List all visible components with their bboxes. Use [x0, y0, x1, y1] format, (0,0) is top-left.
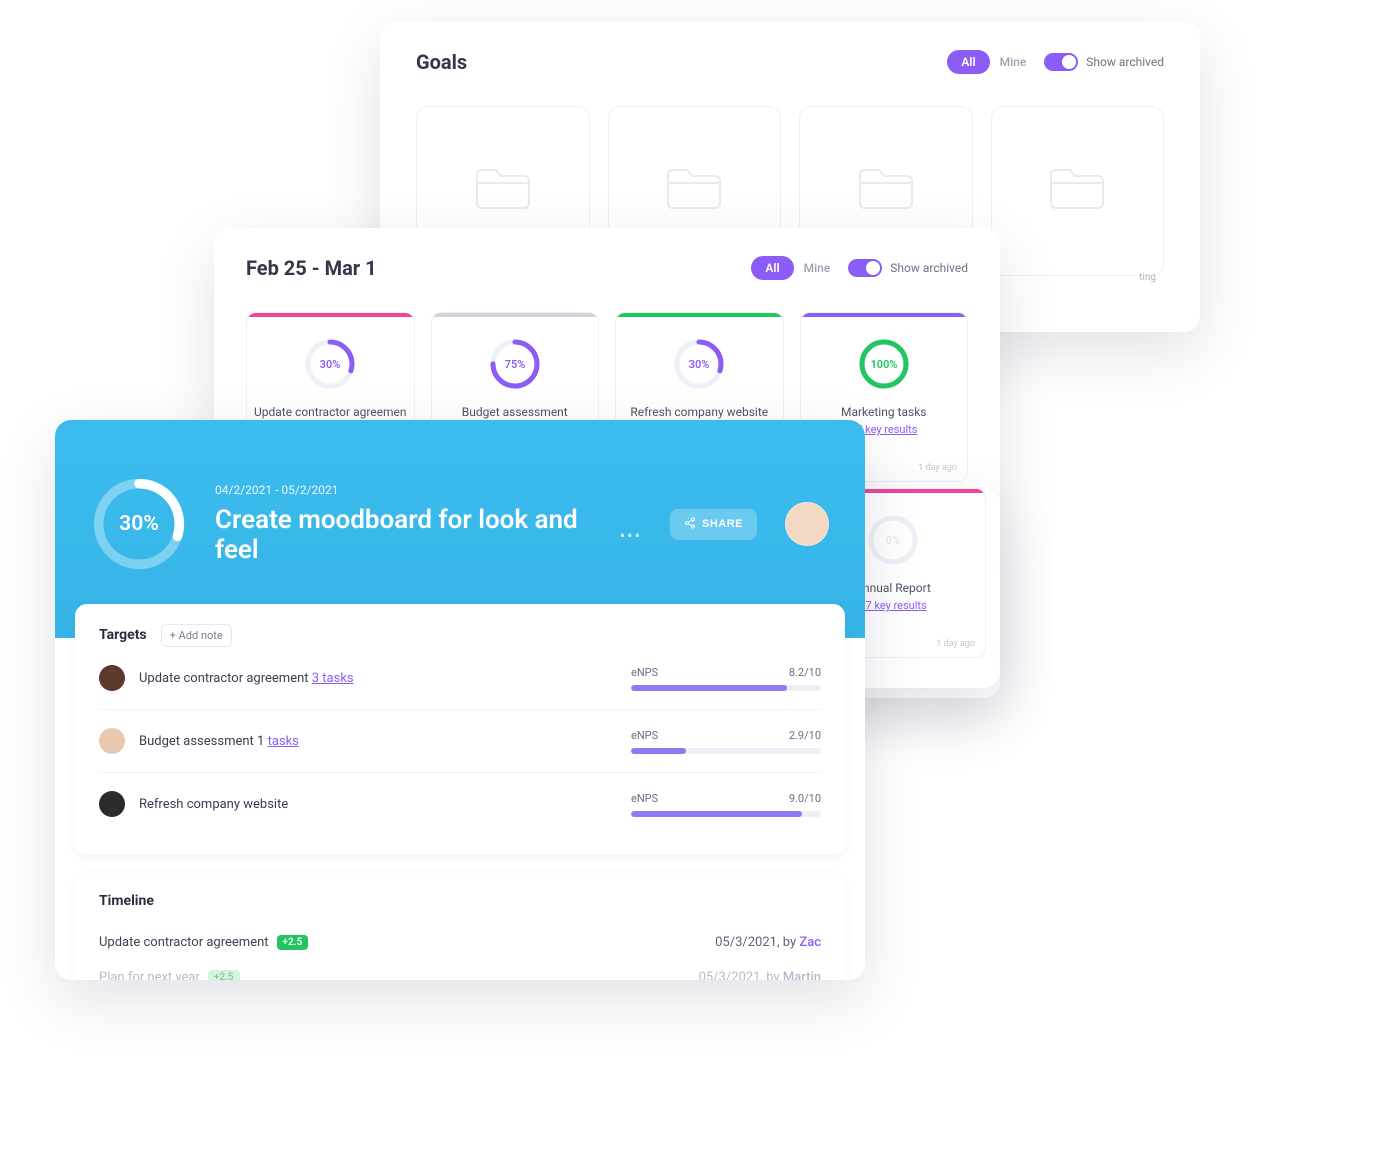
assignee-avatar	[99, 728, 125, 754]
detail-title-row: Create moodboard for look and feel •••	[215, 505, 642, 565]
svg-text:30%: 30%	[689, 358, 710, 371]
change-badge: +2.5	[277, 935, 309, 950]
timeline-heading: Timeline	[99, 893, 821, 909]
filter-mine-button[interactable]: Mine	[804, 261, 831, 275]
goal-card-title: Budget assessment	[462, 405, 568, 419]
change-badge: +2.5	[208, 970, 240, 980]
target-text: Budget assessment 1 tasks	[139, 734, 617, 749]
week-title: Feb 25 - Mar 1	[246, 256, 377, 280]
week-header-controls: All Mine Show archived	[751, 256, 968, 280]
timeline-meta: 05/3/2021, by Martin	[699, 970, 821, 980]
detail-panel: 30% 04/2/2021 - 05/2/2021 Create moodboa…	[55, 420, 865, 980]
targets-heading: Targets	[99, 627, 147, 643]
metric-bar	[631, 685, 821, 691]
timeline-row[interactable]: Update contractor agreement +2.5 05/3/20…	[99, 925, 821, 960]
metric-score: 8.2/10	[789, 666, 821, 679]
timeline-author: Martin	[783, 970, 821, 980]
goals-folder-card[interactable]	[991, 106, 1165, 276]
timeline-meta: 05/3/2021, by Zac	[715, 935, 821, 950]
target-row[interactable]: Refresh company website eNPS 9.0/10	[99, 772, 821, 835]
svg-text:0%: 0%	[886, 534, 900, 547]
share-icon	[684, 517, 696, 532]
svg-text:75%: 75%	[504, 358, 525, 371]
assignee-avatar	[99, 791, 125, 817]
detail-date-range: 04/2/2021 - 05/2/2021	[215, 483, 642, 497]
svg-text:100%: 100%	[870, 358, 897, 371]
goal-card-title: Annual Report	[855, 581, 931, 595]
svg-text:30%: 30%	[320, 358, 341, 371]
timeline-text: Plan for next year +2.5	[99, 970, 240, 980]
assignee-avatar	[99, 665, 125, 691]
progress-ring: 0%	[866, 513, 920, 567]
timeline-row[interactable]: Plan for next year +2.5 05/3/2021, by Ma…	[99, 960, 821, 980]
folder-icon	[473, 165, 533, 217]
filter-group: All Mine	[947, 50, 1026, 74]
target-text: Refresh company website	[139, 797, 617, 812]
filter-all-button[interactable]: All	[947, 50, 989, 74]
filter-mine-button[interactable]: Mine	[1000, 55, 1027, 69]
add-note-button[interactable]: + Add note	[161, 624, 232, 647]
metric-score: 9.0/10	[789, 792, 821, 805]
tasks-link[interactable]: 3 tasks	[312, 671, 354, 686]
timeline-author: Zac	[799, 935, 821, 950]
show-archived-toggle[interactable]	[1044, 53, 1078, 71]
target-metric: eNPS 8.2/10	[631, 666, 821, 691]
goal-card-title: Refresh company website	[630, 405, 768, 419]
folder-icon	[856, 165, 916, 217]
progress-ring: 30%	[91, 476, 187, 572]
goal-card-accent	[247, 313, 414, 317]
timeline-text: Update contractor agreement +2.5	[99, 935, 308, 950]
timeline-card: Timeline Update contractor agreement +2.…	[75, 873, 845, 980]
goals-title: Goals	[416, 50, 467, 74]
detail-hero-meta: 04/2/2021 - 05/2/2021 Create moodboard f…	[215, 483, 642, 565]
share-label: SHARE	[702, 518, 743, 530]
target-rows: Update contractor agreement 3 tasks eNPS…	[99, 647, 821, 835]
folder-icon	[664, 165, 724, 217]
goal-card-accent	[801, 313, 968, 317]
share-button[interactable]: SHARE	[670, 509, 757, 540]
goal-card-accent	[616, 313, 783, 317]
metric-score: 2.9/10	[789, 729, 821, 742]
progress-ring: 30%	[303, 337, 357, 391]
metric-label: eNPS	[631, 666, 658, 679]
goal-card-accent	[432, 313, 599, 317]
filter-group: All Mine	[751, 256, 830, 280]
target-row[interactable]: Update contractor agreement 3 tasks eNPS…	[99, 647, 821, 709]
truncated-text: ting	[1139, 272, 1156, 283]
owner-avatar[interactable]	[785, 502, 829, 546]
metric-bar	[631, 811, 821, 817]
show-archived-group: Show archived	[848, 259, 968, 277]
show-archived-label: Show archived	[1086, 55, 1164, 69]
show-archived-label: Show archived	[890, 261, 968, 275]
metric-label: eNPS	[631, 792, 658, 805]
goal-card-title: Update contractor agreemen	[254, 405, 407, 419]
target-metric: eNPS 9.0/10	[631, 792, 821, 817]
goals-header: Goals All Mine Show archived	[416, 50, 1164, 74]
tasks-link[interactable]: tasks	[268, 734, 299, 749]
show-archived-group: Show archived	[1044, 53, 1164, 71]
show-archived-toggle[interactable]	[848, 259, 882, 277]
metric-label: eNPS	[631, 729, 658, 742]
folder-icon	[1047, 165, 1107, 217]
more-icon[interactable]: •••	[620, 526, 642, 545]
progress-ring: 30%	[672, 337, 726, 391]
target-text: Update contractor agreement 3 tasks	[139, 671, 617, 686]
goal-card-title: Marketing tasks	[841, 405, 927, 419]
goal-card-keyresults[interactable]: 17 key results	[859, 599, 926, 612]
targets-card: Targets + Add note Update contractor agr…	[75, 604, 845, 855]
target-row[interactable]: Budget assessment 1 tasks eNPS 2.9/10	[99, 709, 821, 772]
target-metric: eNPS 2.9/10	[631, 729, 821, 754]
progress-ring: 75%	[488, 337, 542, 391]
goals-header-controls: All Mine Show archived	[947, 50, 1164, 74]
progress-ring: 100%	[857, 337, 911, 391]
metric-bar	[631, 748, 821, 754]
detail-title: Create moodboard for look and feel	[215, 505, 608, 565]
goal-card-timestamp: 1 day ago	[936, 639, 975, 649]
timeline-rows: Update contractor agreement +2.5 05/3/20…	[99, 925, 821, 980]
filter-all-button[interactable]: All	[751, 256, 793, 280]
goal-card-timestamp: 1 day ago	[918, 463, 957, 473]
svg-text:30%: 30%	[119, 511, 159, 536]
week-header: Feb 25 - Mar 1 All Mine Show archived	[246, 256, 968, 280]
